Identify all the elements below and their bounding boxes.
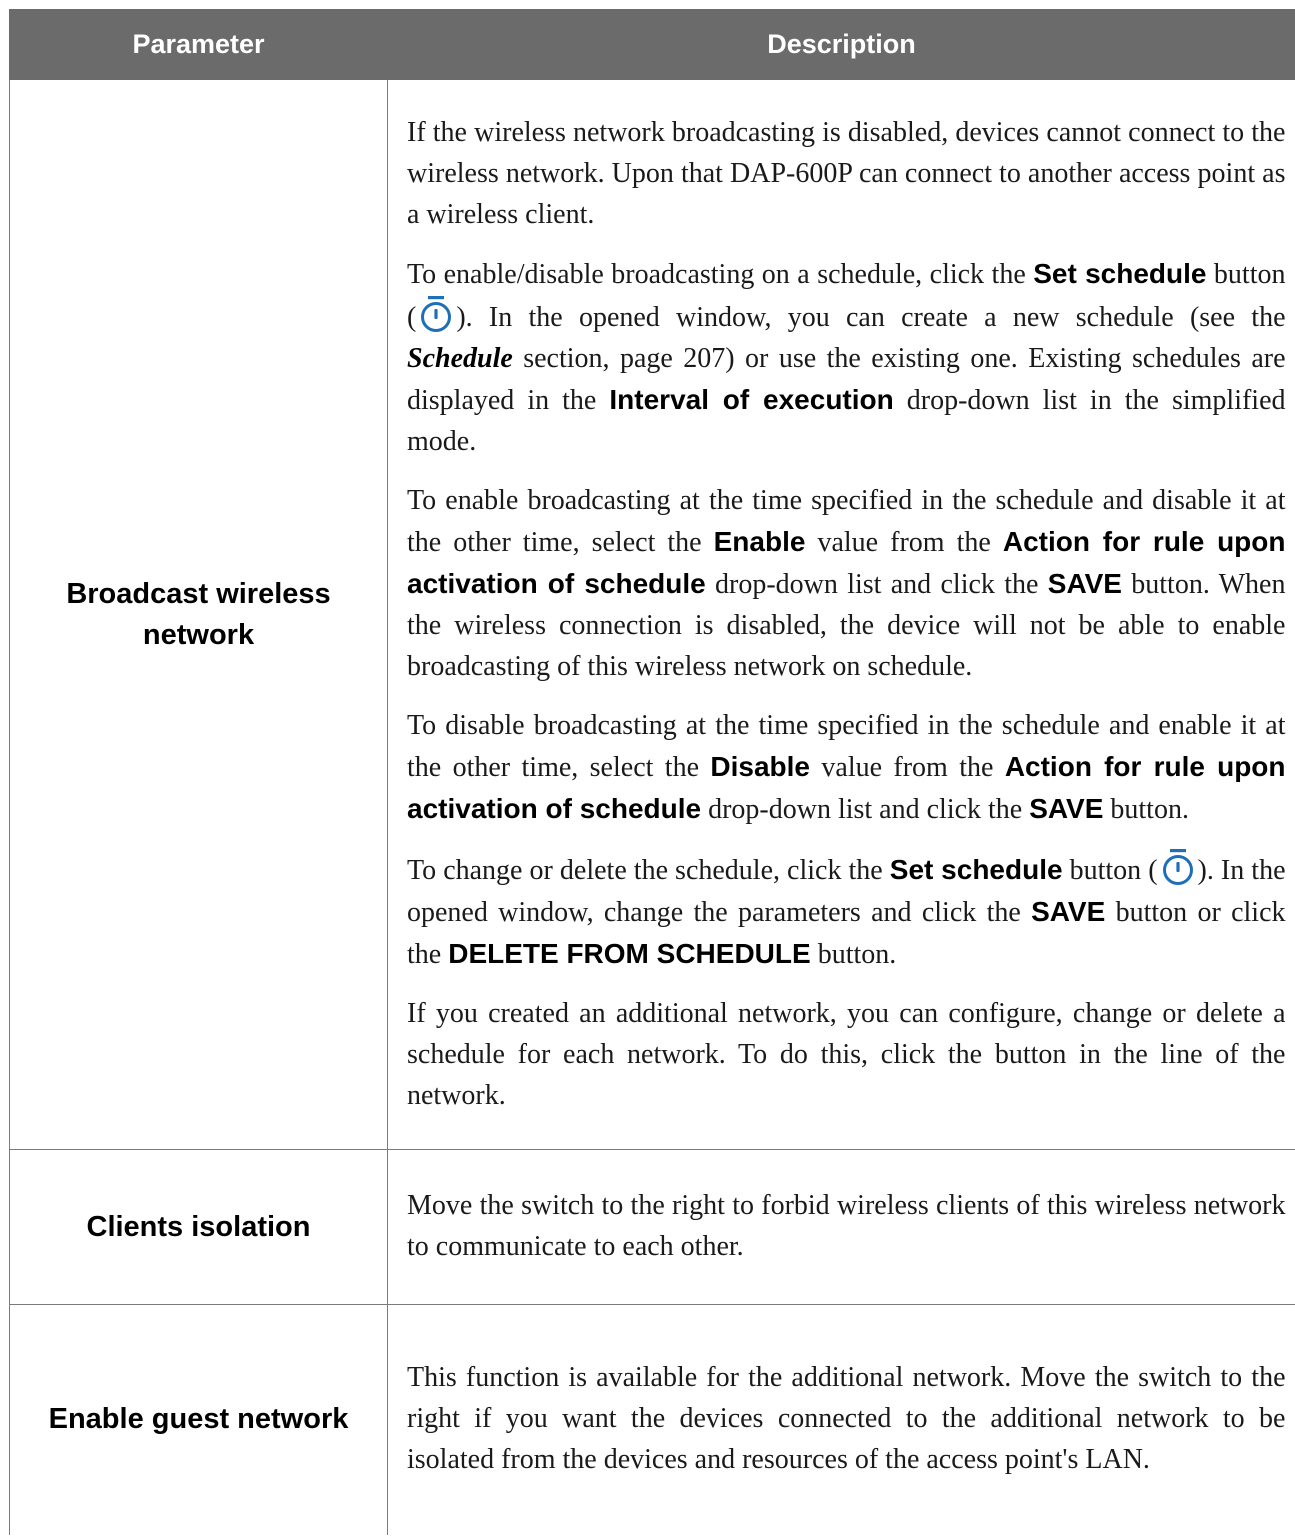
- paragraph: If you created an additional network, yo…: [407, 997, 1286, 1111]
- parameter-line: Broadcast wireless: [66, 577, 331, 610]
- paragraph: To enable/disable broadcasting on a sche…: [407, 257, 1286, 457]
- parameter-table: Parameter Description Broadcast wireless…: [9, 9, 1295, 1535]
- italic-bold-term: Schedule: [407, 342, 513, 374]
- paragraph: To disable broadcasting at the time spec…: [407, 709, 1286, 825]
- table-row: Clients isolation Move the switch to the…: [9, 1149, 1295, 1305]
- parameter-clients-isolation: Clients isolation: [9, 1149, 388, 1305]
- stopwatch-icon: [1162, 848, 1193, 885]
- paragraph: To enable broadcasting at the time speci…: [407, 484, 1286, 682]
- paragraph: Move the switch to the right to forbid w…: [407, 1190, 1286, 1262]
- header-description: Description: [387, 9, 1295, 80]
- bold-term: SAVE: [1029, 792, 1104, 824]
- bold-term: Interval of execution: [609, 383, 894, 415]
- parameter-line: network: [142, 618, 255, 651]
- bold-term: SAVE: [1031, 895, 1106, 927]
- header-parameter: Parameter: [9, 9, 388, 80]
- description-clients-isolation: Move the switch to the right to forbid w…: [387, 1149, 1295, 1305]
- bold-term: DELETE FROM SCHEDULE: [448, 937, 811, 969]
- table-header-row: Parameter Description: [9, 9, 1295, 80]
- bold-term: Enable: [713, 525, 806, 557]
- paragraph: If the wireless network broadcasting is …: [407, 116, 1286, 230]
- parameter-broadcast-wireless-network: Broadcast wireless network: [9, 79, 388, 1150]
- bold-term: SAVE: [1047, 567, 1122, 599]
- bold-term: Disable: [710, 750, 810, 782]
- bold-term: Set schedule: [1033, 257, 1207, 289]
- paragraph: This function is available for the addit…: [407, 1362, 1286, 1476]
- description-broadcast-wireless-network: If the wireless network broadcasting is …: [387, 79, 1295, 1150]
- paragraph: To change or delete the schedule, click …: [407, 848, 1286, 975]
- table-row: Broadcast wireless network If the wirele…: [9, 79, 1295, 1150]
- stopwatch-icon: [421, 295, 452, 332]
- table-row: Enable guest network This function is av…: [9, 1304, 1295, 1535]
- parameter-enable-guest-network: Enable guest network: [9, 1304, 388, 1535]
- description-enable-guest-network: This function is available for the addit…: [387, 1304, 1295, 1535]
- bold-term: Set schedule: [889, 853, 1063, 885]
